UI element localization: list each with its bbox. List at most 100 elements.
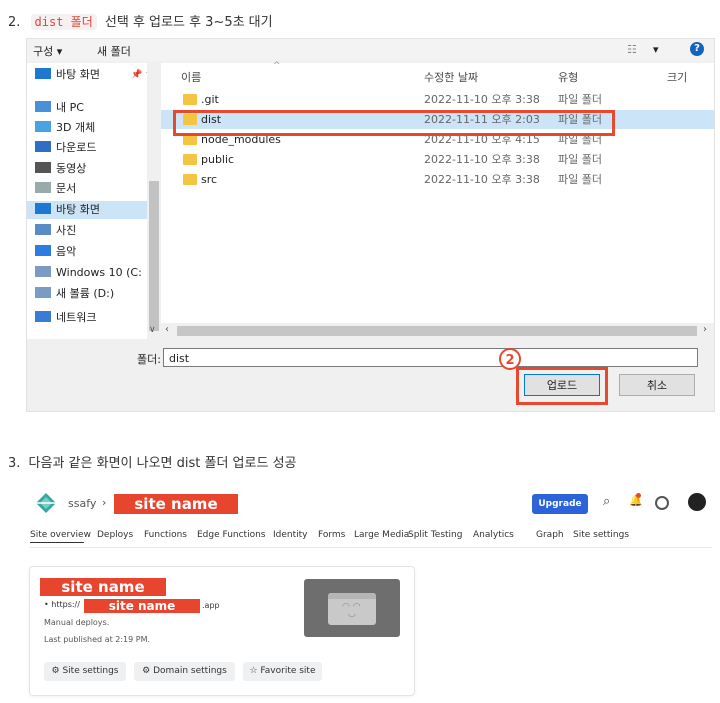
column-name[interactable]: 이름 (181, 69, 201, 85)
nav-item-label: 사진 (56, 224, 77, 237)
upgrade-button[interactable]: Upgrade (532, 494, 588, 514)
drive-icon (35, 266, 51, 277)
step-3-line: 3. 다음과 같은 화면이 나오면 dist 폴더 업로드 성공 (8, 452, 297, 471)
tab-deploys[interactable]: Deploys (97, 530, 133, 540)
nav-scrollbar[interactable]: ∨ (147, 63, 161, 339)
nav-item-label: 새 볼륨 (D:) (56, 287, 115, 300)
h-scroll-thumb[interactable] (177, 326, 697, 336)
breadcrumb-separator: › (102, 496, 107, 509)
tab-analytics[interactable]: Analytics (473, 530, 514, 540)
help-icon[interactable]: ? (690, 42, 704, 56)
nav-item-label: 문서 (56, 182, 77, 195)
domain-settings-label: Domain settings (153, 666, 227, 676)
tab-site-settings[interactable]: Site settings (573, 530, 629, 540)
site-url-name[interactable]: site name (84, 599, 200, 613)
netlify-logo-icon[interactable] (36, 493, 56, 517)
nav-item-label: 3D 개체 (56, 121, 96, 134)
sort-up-icon: ^ (273, 61, 281, 71)
organize-menu[interactable]: 구성 ▾ (33, 43, 62, 59)
nav-item[interactable]: 새 볼륨 (D:) (35, 285, 114, 303)
nav-item[interactable]: 사진 (35, 222, 76, 240)
nav-item[interactable]: 바탕 화면 (27, 201, 147, 219)
tab-site-overview[interactable]: Site overview (30, 530, 91, 540)
deploy-type: Manual deploys. (44, 618, 110, 627)
domain-settings-button[interactable]: ⚙ Domain settings (134, 662, 235, 681)
team-name[interactable]: ssafy (68, 497, 96, 510)
nav-item-label: 동영상 (56, 162, 87, 175)
folder-icon (183, 174, 197, 185)
drive-icon (35, 287, 51, 298)
step-number: 2. (8, 15, 21, 30)
site-name-title: site name (40, 578, 166, 596)
nav-item[interactable]: 동영상 (35, 160, 86, 178)
tab-large-media[interactable]: Large Media (354, 530, 409, 540)
tab-functions[interactable]: Functions (144, 530, 187, 540)
cube-icon (35, 121, 51, 132)
search-icon[interactable]: ⌕ (603, 494, 610, 509)
site-url-line[interactable]: • https:// (44, 600, 80, 609)
nav-item[interactable]: 다운로드 (35, 139, 96, 157)
help-circle-icon[interactable] (655, 496, 669, 510)
folder-name-input[interactable]: dist (163, 348, 698, 367)
desktop-icon (35, 203, 51, 214)
site-settings-button[interactable]: ⚙ Site settings (44, 662, 126, 681)
site-name-header[interactable]: site name (114, 494, 238, 514)
url-suffix: .app (202, 601, 220, 610)
nav-scroll-thumb[interactable] (149, 181, 159, 331)
view-dropdown[interactable]: ▾ (653, 43, 659, 56)
scroll-left-icon[interactable]: ‹ (165, 324, 169, 335)
favorite-site-button[interactable]: ☆ Favorite site (243, 662, 322, 681)
site-preview-thumbnail[interactable]: ◠ ◠ ◡ (304, 579, 400, 637)
nav-item[interactable]: 3D 개체 (35, 119, 95, 137)
site-tabs: Site overview Deploys Functions Edge Functi… (30, 530, 710, 544)
column-date[interactable]: 수정한 날짜 (424, 69, 478, 85)
file-row[interactable]: public 2022-11-10 오후 3:38 파일 폴더 (161, 150, 714, 169)
avatar[interactable] (688, 493, 706, 511)
tab-split-testing[interactable]: Split Testing (408, 530, 462, 540)
file-type: 파일 폴더 (558, 153, 602, 166)
scroll-down-icon[interactable]: ∨ (149, 325, 156, 335)
tab-edge-functions[interactable]: Edge Functions (197, 530, 265, 540)
file-row[interactable]: .git 2022-11-10 오후 3:38 파일 폴더 (161, 90, 714, 109)
url-bullet: • (44, 600, 49, 609)
nav-item[interactable]: 문서 (35, 180, 76, 198)
nav-item[interactable]: 내 PC (35, 99, 84, 117)
view-options-icon[interactable]: ☷ (627, 43, 637, 56)
tab-identity[interactable]: Identity (273, 530, 308, 540)
pc-icon (35, 101, 51, 112)
dialog-toolbar: 구성 ▾ 새 폴더 ☷ ▾ ? (27, 39, 714, 61)
file-list: 이름 ^ 수정한 날짜 유형 크기 .git 2022-11-10 오후 3:38… (161, 61, 714, 339)
music-icon (35, 245, 51, 256)
column-type[interactable]: 유형 (558, 69, 578, 85)
pin-icon[interactable]: 📌 ^ (131, 66, 147, 84)
file-date: 2022-11-10 오후 3:38 (424, 173, 540, 186)
upload-button[interactable]: 업로드 (524, 374, 600, 396)
placeholder-window-icon: ◠ ◠ ◡ (328, 593, 376, 625)
file-date: 2022-11-10 오후 3:38 (424, 93, 540, 106)
star-icon: ☆ (249, 666, 258, 676)
scroll-right-icon[interactable]: › (703, 324, 707, 335)
video-icon (35, 162, 51, 173)
new-folder-button[interactable]: 새 폴더 (97, 43, 131, 59)
horizontal-scrollbar[interactable]: ‹ › (161, 323, 714, 339)
navigation-pane: 바탕 화면📌 ^ 내 PC 3D 개체다운로드동영상문서바탕 화면사진음악 Windo… (27, 63, 147, 339)
folder-icon (183, 154, 197, 165)
tab-forms[interactable]: Forms (318, 530, 345, 540)
column-size[interactable]: 크기 (667, 69, 687, 85)
file-row[interactable]: src 2022-11-10 오후 3:38 파일 폴더 (161, 170, 714, 189)
cancel-button[interactable]: 취소 (619, 374, 695, 396)
step-2-text: 선택 후 업로드 후 3~5초 대기 (104, 15, 273, 30)
nav-item[interactable]: Windows 10 (C: (35, 264, 142, 282)
nav-item[interactable]: 네트워크 (35, 309, 96, 327)
tabs-divider (30, 547, 712, 548)
gear-icon: ⚙ (142, 666, 151, 676)
file-type: 파일 폴더 (558, 93, 602, 106)
folder-icon (183, 94, 197, 105)
nav-item[interactable]: 바탕 화면 📌 ^ (35, 66, 147, 84)
active-tab-underline (30, 542, 84, 543)
step-number: 3. (8, 456, 21, 471)
tab-graph[interactable]: Graph (536, 530, 564, 540)
smile-mouth-icon: ◡ (348, 609, 356, 619)
favorite-site-label: Favorite site (260, 666, 316, 676)
nav-item[interactable]: 음악 (35, 243, 76, 261)
